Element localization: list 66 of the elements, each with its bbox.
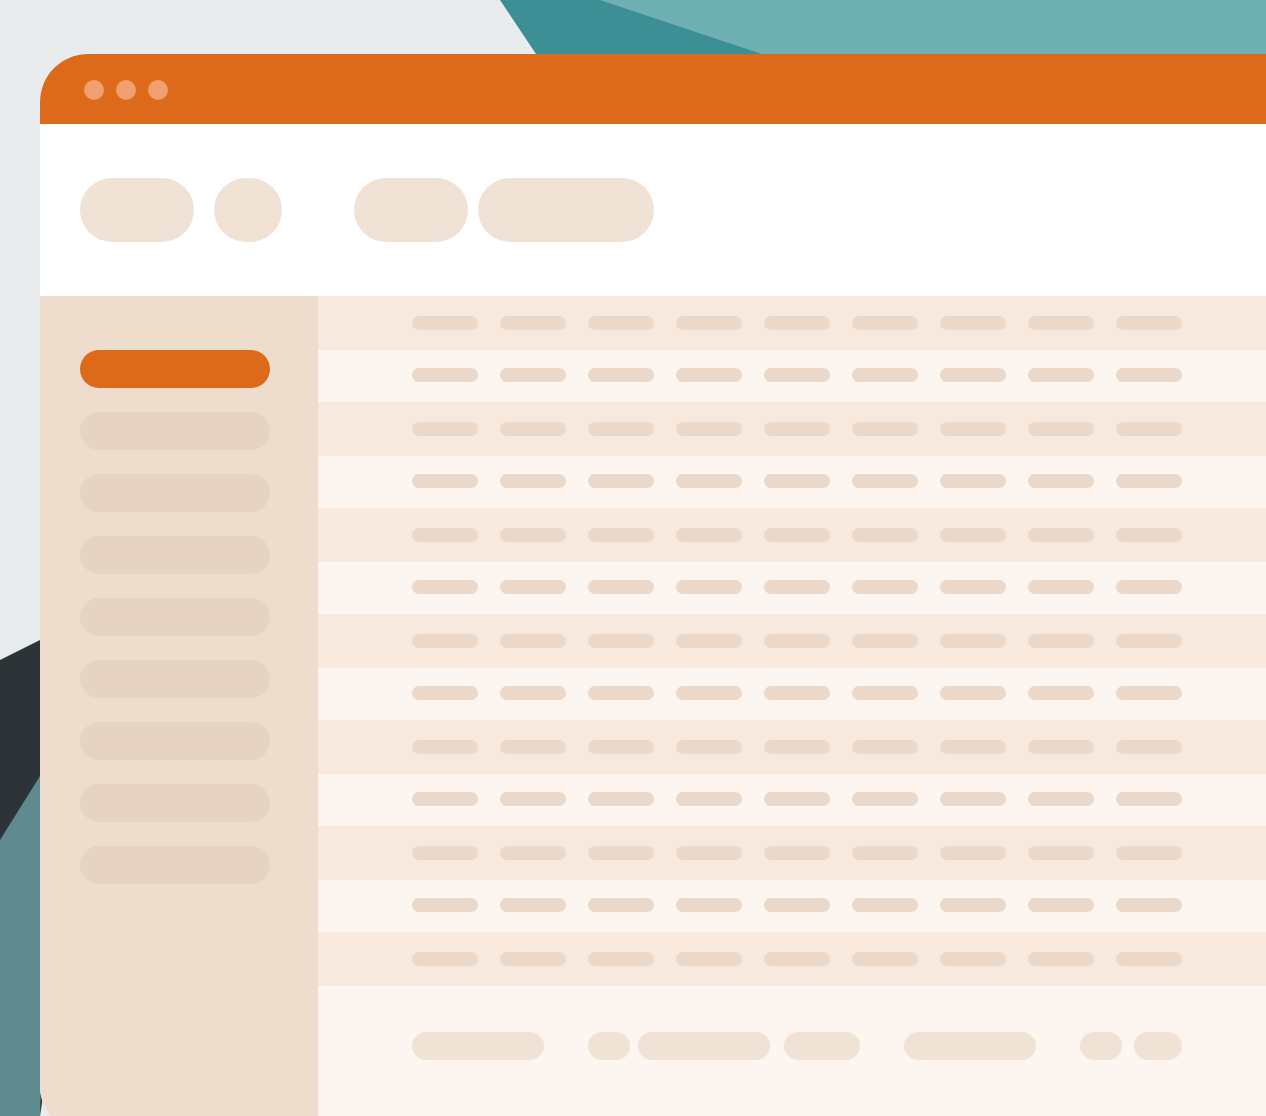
placeholder-bar (412, 474, 478, 489)
placeholder-pill[interactable] (412, 1031, 544, 1059)
placeholder-bar (676, 368, 742, 383)
placeholder-pill[interactable] (478, 178, 654, 242)
placeholder-bar (1028, 474, 1094, 489)
placeholder-bar (1028, 792, 1094, 807)
placeholder-pill[interactable] (1080, 1031, 1122, 1059)
placeholder-bar (1116, 686, 1182, 701)
placeholder-bar (412, 898, 478, 913)
placeholder-bar (500, 792, 566, 807)
placeholder-bar (412, 792, 478, 807)
placeholder-bar (852, 686, 918, 701)
placeholder-bar (412, 368, 478, 383)
placeholder-bar (764, 368, 830, 383)
placeholder-pill[interactable] (784, 1031, 860, 1059)
placeholder-bar (588, 368, 654, 383)
placeholder-bar (588, 792, 654, 807)
placeholder-pill[interactable] (214, 178, 282, 242)
placeholder-bar (500, 368, 566, 383)
placeholder-pill[interactable] (80, 178, 194, 242)
placeholder-bar (852, 474, 918, 489)
placeholder-bar (1028, 898, 1094, 913)
placeholder-bar (500, 474, 566, 489)
placeholder-bar (1116, 898, 1182, 913)
placeholder-bar (940, 474, 1006, 489)
placeholder-bar (500, 898, 566, 913)
placeholder-bar (500, 686, 566, 701)
placeholder-pill[interactable] (904, 1031, 1036, 1059)
placeholder-bar (676, 792, 742, 807)
placeholder-bar (1116, 368, 1182, 383)
placeholder-pill[interactable] (588, 1031, 630, 1059)
placeholder-bar (940, 898, 1006, 913)
placeholder-bar (852, 368, 918, 383)
placeholder-bar (764, 474, 830, 489)
placeholder-bar (588, 898, 654, 913)
placeholder-bar (1116, 792, 1182, 807)
placeholder-bar (940, 792, 1006, 807)
placeholder-bar (412, 580, 478, 595)
placeholder-bar (852, 898, 918, 913)
placeholder-bar (1116, 474, 1182, 489)
placeholder-bar (852, 792, 918, 807)
placeholder-bar (500, 580, 566, 595)
placeholder-bar (676, 580, 742, 595)
placeholder-bar (676, 474, 742, 489)
placeholder-bar (676, 686, 742, 701)
placeholder-bar (940, 686, 1006, 701)
placeholder-bar (676, 898, 742, 913)
placeholder-bar (940, 368, 1006, 383)
placeholder-pill[interactable] (1134, 1031, 1182, 1059)
placeholder-bar (940, 580, 1006, 595)
placeholder-bar (764, 898, 830, 913)
placeholder-bar (1028, 580, 1094, 595)
placeholder-bar (764, 580, 830, 595)
placeholder-bar (852, 580, 918, 595)
placeholder-bar (1116, 580, 1182, 595)
placeholder-pill[interactable] (354, 178, 468, 242)
sidebar-item[interactable] (80, 350, 270, 388)
placeholder-bar (764, 686, 830, 701)
placeholder-bar (412, 686, 478, 701)
placeholder-bar (588, 580, 654, 595)
placeholder-bar (1028, 686, 1094, 701)
placeholder-bar (588, 474, 654, 489)
placeholder-pill[interactable] (638, 1031, 770, 1059)
placeholder-bar (764, 792, 830, 807)
placeholder-bar (1028, 368, 1094, 383)
placeholder-bar (588, 686, 654, 701)
